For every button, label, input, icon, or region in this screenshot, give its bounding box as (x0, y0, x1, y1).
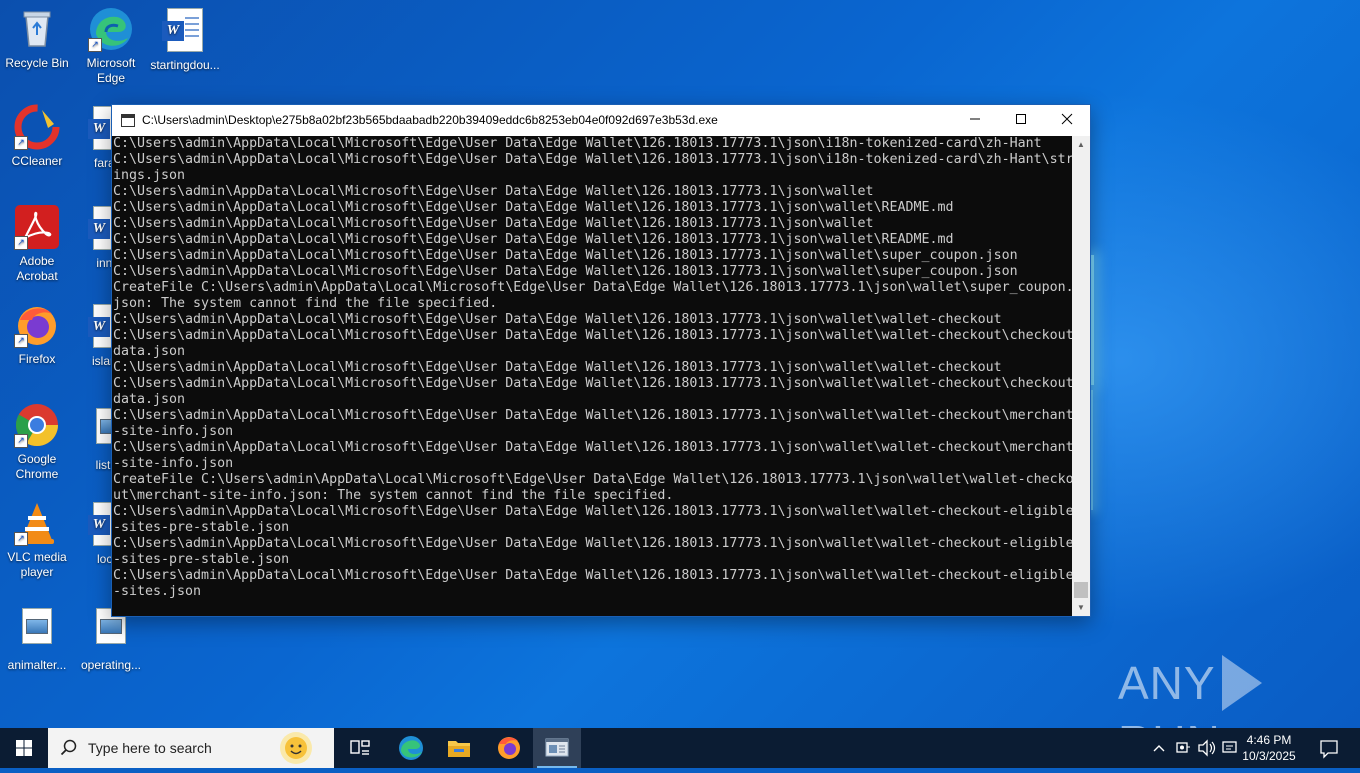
clock-time: 4:46 PM (1246, 733, 1292, 747)
minimize-button[interactable] (952, 105, 998, 136)
word-document-icon: W (162, 8, 208, 54)
desktop-icon-vlc[interactable]: ↗ VLC media player (0, 500, 74, 580)
desktop-icon-label: operating... (80, 658, 142, 672)
firefox-icon (498, 737, 520, 759)
close-button[interactable] (1044, 105, 1090, 136)
desktop-icon-animalter[interactable]: animalter... (0, 602, 74, 673)
anyrun-watermark: ANY RUN (1118, 654, 1360, 728)
desktop-icon-recycle-bin[interactable]: Recycle Bin (0, 6, 74, 71)
taskbar-edge[interactable] (387, 728, 435, 768)
watermark-text-right: RUN (1118, 716, 1221, 728)
desktop-icon-label: startingdou... (150, 58, 220, 72)
desktop-icon-label: Recycle Bin (5, 56, 69, 70)
desktop-icon-firefox[interactable]: ↗ Firefox (0, 302, 74, 367)
volume-icon[interactable] (1196, 728, 1218, 768)
notification-center-tray-icon[interactable] (1220, 728, 1240, 768)
ccleaner-icon: ↗ (14, 104, 60, 150)
search-icon (60, 739, 77, 756)
vlc-icon: ↗ (14, 500, 60, 546)
taskbar-clock[interactable]: 4:46 PM 10/3/2025 (1238, 732, 1300, 764)
taskbar: Type here to search 4:46 PM 10/3/2025 (0, 728, 1360, 768)
console-title: C:\Users\admin\Desktop\e275b8a02bf23b565… (142, 113, 718, 127)
play-icon (1221, 654, 1262, 711)
taskbar-firefox[interactable] (485, 728, 533, 768)
windows-logo-icon (16, 740, 32, 756)
desktop-icon-label: animalter... (7, 658, 67, 672)
watermark-text-left: ANY (1118, 657, 1216, 709)
taskbar-console-app[interactable] (533, 728, 581, 768)
desktop-icon-label: VLC media player (7, 550, 67, 579)
shortcut-arrow-icon: ↗ (14, 434, 28, 448)
minimize-icon (970, 118, 980, 120)
scroll-up-arrow-icon[interactable]: ▲ (1072, 136, 1090, 153)
network-icon[interactable] (1172, 728, 1194, 768)
desktop-icon-microsoft-edge[interactable]: ↗ Microsoft Edge (74, 6, 148, 86)
desktop-icon-google-chrome[interactable]: ↗ Google Chrome (0, 402, 74, 482)
recycle-bin-icon (14, 6, 60, 52)
shortcut-arrow-icon: ↗ (14, 236, 28, 250)
console-text: C:\Users\admin\AppData\Local\Microsoft\E… (113, 136, 1072, 599)
desktop-icon-ccleaner[interactable]: ↗ CCleaner (0, 104, 74, 169)
firefox-icon: ↗ (14, 302, 60, 348)
task-view-icon (350, 740, 370, 755)
sun-smiley-icon (280, 732, 312, 764)
desktop-icon-adobe-acrobat[interactable]: ↗ Adobe Acrobat (0, 204, 74, 284)
chrome-icon: ↗ (14, 402, 60, 448)
shortcut-arrow-icon: ↗ (14, 334, 28, 348)
maximize-button[interactable] (998, 105, 1044, 136)
desktop-icon-label: Firefox (18, 352, 56, 366)
desktop-icon-label: Adobe Acrobat (16, 254, 58, 283)
desktop-icon-label: CCleaner (11, 154, 63, 168)
shortcut-arrow-icon: ↗ (14, 136, 28, 150)
task-view-button[interactable] (336, 728, 384, 768)
close-icon (1061, 113, 1073, 125)
desktop: Recycle Bin ↗ CCleaner ↗ Adobe Acrobat ↗… (0, 0, 1360, 728)
acrobat-icon: ↗ (14, 204, 60, 250)
scroll-down-arrow-icon[interactable]: ▼ (1072, 599, 1090, 616)
console-app-icon (545, 738, 569, 757)
console-window[interactable]: C:\Users\admin\Desktop\e275b8a02bf23b565… (111, 104, 1091, 617)
shortcut-arrow-icon: ↗ (14, 532, 28, 546)
action-center-icon (1320, 740, 1338, 759)
console-scrollbar[interactable]: ▲ ▼ (1072, 136, 1090, 616)
file-explorer-icon (448, 741, 470, 757)
shortcut-arrow-icon: ↗ (88, 38, 102, 52)
desktop-icon-label: Microsoft Edge (86, 56, 136, 85)
taskbar-file-explorer[interactable] (435, 728, 483, 768)
tray-chevron-up-icon[interactable] (1150, 728, 1168, 768)
desktop-icon-startingdou[interactable]: W startingdou... (148, 6, 222, 73)
search-placeholder: Type here to search (88, 740, 212, 756)
image-file-icon (14, 608, 60, 654)
clock-date: 10/3/2025 (1242, 749, 1296, 763)
start-button[interactable] (0, 728, 48, 768)
maximize-icon (1016, 114, 1026, 124)
console-output[interactable]: C:\Users\admin\AppData\Local\Microsoft\E… (112, 136, 1072, 616)
edge-icon (399, 736, 423, 760)
console-app-icon (121, 114, 135, 127)
taskbar-search-box[interactable]: Type here to search (48, 728, 334, 768)
scrollbar-thumb[interactable] (1074, 582, 1088, 598)
desktop-icon-label: Google Chrome (15, 452, 59, 481)
console-titlebar[interactable]: C:\Users\admin\Desktop\e275b8a02bf23b565… (112, 105, 1090, 136)
edge-icon: ↗ (88, 6, 134, 52)
action-center-button[interactable] (1312, 728, 1346, 768)
